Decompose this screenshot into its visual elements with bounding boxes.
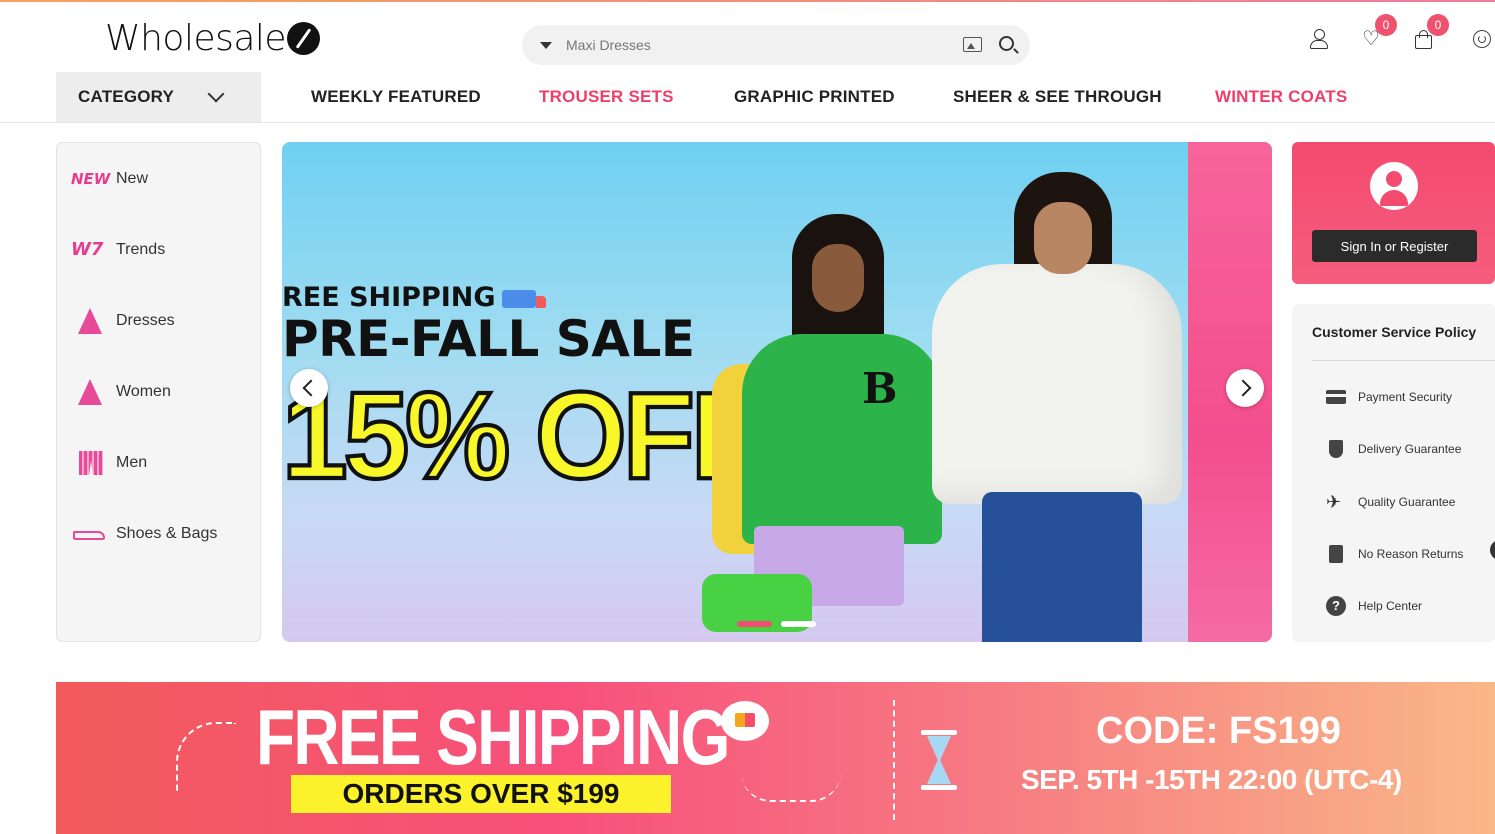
policy-item-payment-security[interactable]: Payment Security [1326, 386, 1452, 408]
truck-icon [501, 289, 546, 308]
carousel-shipping-line: REE SHIPPING [282, 282, 546, 313]
nav-link-sheer-see-through[interactable]: SHEER & SEE THROUGH [953, 87, 1162, 107]
carousel-sale-title: PRE-FALL SALE [282, 310, 695, 368]
category-dropdown-button[interactable]: CATEGORY [56, 72, 261, 122]
sidebar-item-dresses[interactable]: Dresses [71, 306, 175, 336]
main-nav: CATEGORY WEEKLY FEATURED TROUSER SETS GR… [0, 72, 1495, 123]
carousel-dot-1[interactable] [737, 621, 772, 627]
jacket-letter: B [862, 364, 898, 413]
promo-subtitle: ORDERS OVER $199 [291, 775, 671, 813]
nav-link-graphic-printed[interactable]: GRAPHIC PRINTED [734, 87, 895, 107]
dress-icon [71, 306, 109, 336]
sidebar-item-trends[interactable]: W7 Trends [71, 235, 165, 265]
hourglass-icon [921, 730, 957, 790]
signin-register-button[interactable]: Sign In or Register [1312, 230, 1477, 262]
carousel-prev-button[interactable] [290, 369, 328, 407]
carousel-dot-2[interactable] [781, 621, 816, 627]
carousel-next-button[interactable] [1226, 369, 1264, 407]
chevron-down-icon [207, 85, 225, 103]
sidebar-item-shoes-bags[interactable]: Shoes & Bags [71, 519, 217, 549]
top-accent-line [0, 0, 1495, 2]
new-icon: NEW [71, 170, 111, 188]
category-label: CATEGORY [78, 87, 175, 106]
cart-count-badge: 0 [1427, 14, 1449, 36]
sidebar-item-new[interactable]: NEW New [71, 164, 148, 194]
card-icon [1326, 387, 1346, 407]
shield-icon [1326, 439, 1346, 459]
dashed-arrow-decoration [741, 772, 841, 802]
sidebar-item-label: Dresses [116, 312, 175, 329]
sidebar-item-label: Trends [116, 241, 166, 258]
policy-item-label: Payment Security [1358, 390, 1453, 404]
image-search-icon[interactable] [963, 37, 982, 52]
whatsapp-icon[interactable] [1473, 30, 1491, 48]
site-logo[interactable]: Wholesale [105, 18, 321, 59]
sidebar-item-label: Men [116, 454, 148, 471]
sidebar-item-men[interactable]: Men [71, 448, 147, 478]
search-dropdown-icon[interactable] [540, 41, 552, 49]
logo-text: Wholesale [105, 18, 287, 59]
user-icon[interactable] [1308, 28, 1330, 50]
promo-title: FREE SHIPPING [256, 693, 730, 781]
account-card: Sign In or Register [1292, 142, 1495, 284]
promo-date: SEP. 5TH -15TH 22:00 (UTC-4) [1021, 764, 1402, 795]
nav-link-trouser-sets[interactable]: TROUSER SETS [539, 87, 674, 107]
policy-item-delivery-guarantee[interactable]: Delivery Guarantee [1326, 438, 1461, 460]
women-dress-icon [71, 377, 109, 407]
policy-item-no-reason-returns[interactable]: No Reason Returns [1326, 543, 1463, 565]
plane-icon: ✈ [1326, 492, 1342, 512]
search-icon[interactable] [999, 36, 1014, 51]
nav-link-winter-coats[interactable]: WINTER COATS [1215, 87, 1347, 107]
search-input[interactable] [566, 37, 936, 53]
sidebar-item-label: Women [116, 383, 171, 400]
shorts-icon [71, 448, 109, 478]
model-image-right [922, 172, 1182, 642]
sidebar-item-women[interactable]: Women [71, 377, 171, 407]
nav-link-weekly-featured[interactable]: WEEKLY FEATURED [311, 87, 481, 107]
policy-item-label: Quality Guarantee [1358, 495, 1456, 509]
promo-code: CODE: FS199 [1096, 710, 1341, 752]
shipping-box-icon [721, 701, 769, 741]
policy-item-label: No Reason Returns [1358, 547, 1464, 561]
policy-item-label: Help Center [1358, 599, 1423, 613]
dashed-arrow-decoration [176, 722, 236, 792]
dashed-divider [893, 700, 895, 820]
sidebar-item-label: New [116, 170, 149, 187]
logo-badge-icon [287, 22, 321, 55]
free-shipping-banner[interactable]: FREE SHIPPING ORDERS OVER $199 CODE: FS1… [56, 682, 1495, 834]
policy-item-help-center[interactable]: ? Help Center [1326, 595, 1422, 617]
divider [1312, 360, 1495, 361]
shoe-icon [71, 519, 109, 549]
wishlist-count-badge: 0 [1375, 14, 1397, 36]
sidebar-item-label: Shoes & Bags [116, 525, 218, 542]
hero-carousel[interactable]: REE SHIPPING PRE-FALL SALE 15% OFF B [282, 142, 1272, 642]
search-bar [522, 25, 1030, 65]
category-sidebar: NEW New W7 Trends Dresses Women Men Shoe… [56, 142, 261, 642]
policy-item-label: Delivery Guarantee [1358, 442, 1462, 456]
policy-title: Customer Service Policy [1312, 324, 1477, 340]
trends-icon: W7 [71, 239, 104, 260]
carousel-discount-text: 15% OFF [282, 365, 765, 508]
customer-service-policy: Customer Service Policy Payment Security… [1292, 304, 1495, 642]
help-icon: ? [1326, 596, 1346, 616]
return-icon [1326, 544, 1346, 564]
avatar-icon [1370, 162, 1418, 210]
policy-item-quality-guarantee[interactable]: ✈ Quality Guarantee [1326, 491, 1455, 513]
